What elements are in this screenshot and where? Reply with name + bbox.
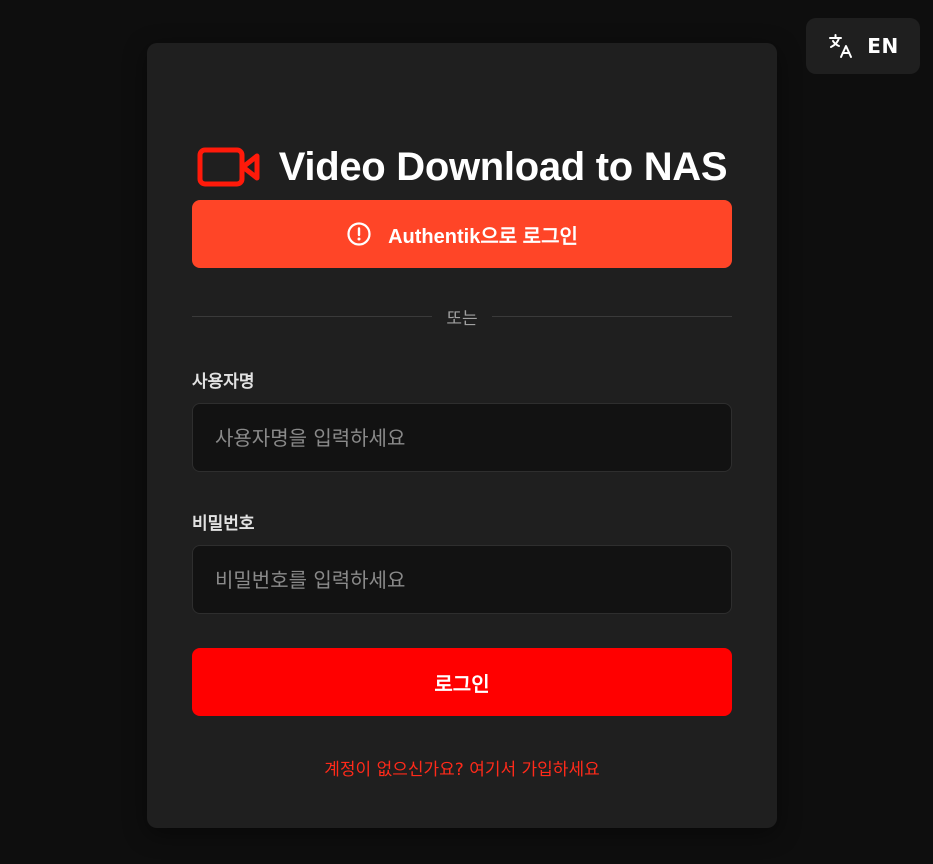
alert-circle-icon — [346, 221, 372, 247]
signup-link[interactable]: 계정이 없으신가요? 여기서 가입하세요 — [147, 755, 777, 780]
authentik-login-label: Authentik으로 로그인 — [388, 225, 578, 248]
title-row: Video Download to NAS — [147, 139, 777, 195]
translate-icon — [827, 32, 855, 60]
password-input[interactable] — [192, 545, 732, 614]
login-card: Video Download to NAS Authentik으로 로그인 또는… — [147, 43, 777, 828]
password-label: 비밀번호 — [192, 514, 255, 534]
login-button[interactable]: 로그인 — [192, 648, 732, 716]
username-label: 사용자명 — [192, 372, 255, 392]
video-camera-icon — [197, 145, 261, 189]
language-switch-button[interactable]: EN — [806, 18, 920, 74]
app-title: Video Download to NAS — [278, 144, 728, 189]
divider-line-right — [491, 315, 732, 317]
divider-text: 또는 — [446, 308, 478, 329]
or-divider: 또는 — [192, 301, 732, 331]
authentik-login-button[interactable]: Authentik으로 로그인 — [192, 200, 732, 268]
divider-line-left — [192, 315, 433, 317]
language-label: EN — [867, 34, 899, 58]
username-input[interactable] — [192, 403, 732, 472]
